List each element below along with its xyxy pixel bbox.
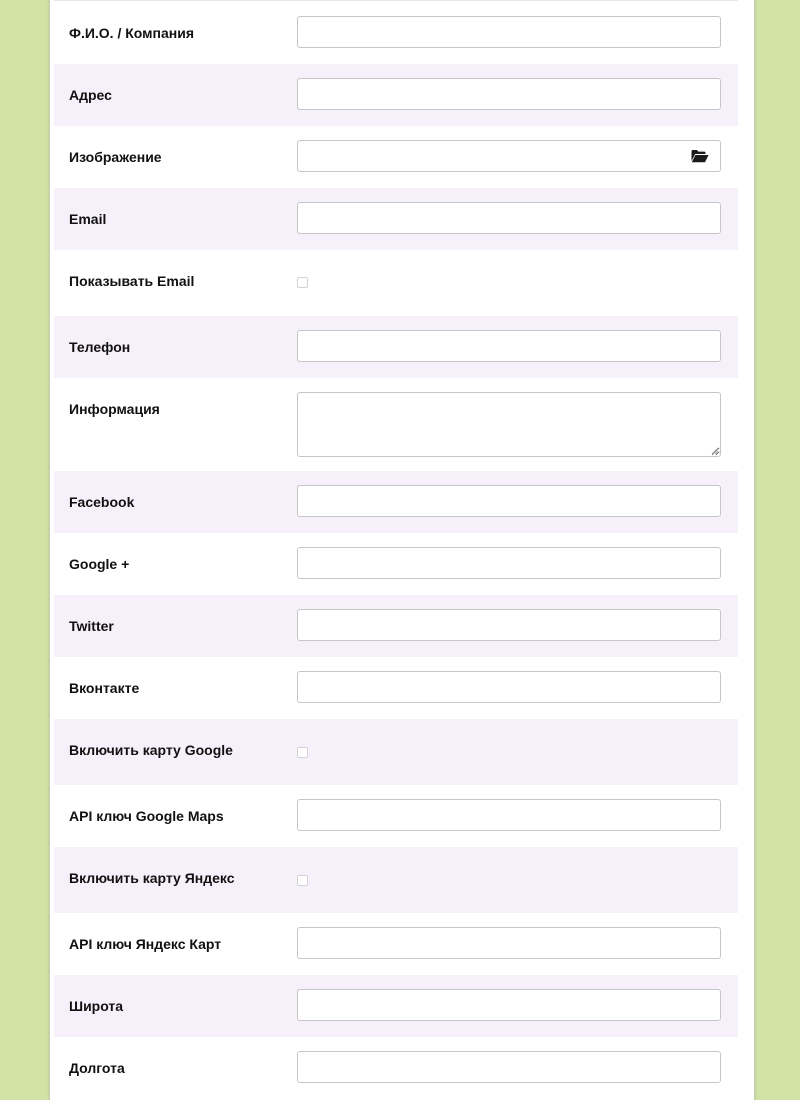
googleplus-input[interactable] [297, 547, 721, 579]
twitter-label: Twitter [69, 618, 114, 634]
row-facebook: Facebook [54, 471, 738, 533]
panel-divider [54, 0, 738, 1]
row-info: Информация [54, 378, 738, 471]
image-label: Изображение [69, 149, 162, 165]
info-textarea[interactable] [297, 392, 721, 457]
info-textarea-wrap [297, 392, 721, 457]
vk-label: Вконтакте [69, 680, 140, 696]
contact-settings-form: Ф.И.О. / Компания Адрес Изображение Emai… [54, 2, 738, 1099]
google-api-label: API ключ Google Maps [69, 808, 224, 824]
yandex-api-input[interactable] [297, 927, 721, 959]
address-label: Адрес [69, 87, 112, 103]
info-label: Информация [69, 401, 160, 417]
facebook-input[interactable] [297, 485, 721, 517]
google-map-label: Включить карту Google [69, 742, 233, 758]
row-twitter: Twitter [54, 595, 738, 657]
name-input[interactable] [297, 16, 721, 48]
row-email: Email [54, 188, 738, 250]
google-api-input[interactable] [297, 799, 721, 831]
row-longitude: Долгота [54, 1037, 738, 1099]
yandex-map-label: Включить карту Яндекс [69, 870, 235, 886]
address-input[interactable] [297, 78, 721, 110]
show-email-label: Показывать Email [69, 273, 195, 289]
google-map-checkbox[interactable] [297, 747, 308, 758]
row-google-api: API ключ Google Maps [54, 785, 738, 847]
vk-input[interactable] [297, 671, 721, 703]
latitude-label: Широта [69, 998, 124, 1014]
email-input[interactable] [297, 202, 721, 234]
latitude-input[interactable] [297, 989, 721, 1021]
row-name: Ф.И.О. / Компания [54, 2, 738, 64]
row-yandex-map: Включить карту Яндекс [54, 847, 738, 913]
show-email-checkbox[interactable] [297, 277, 308, 288]
email-label: Email [69, 211, 107, 227]
yandex-api-label: API ключ Яндекс Карт [69, 936, 222, 952]
phone-input[interactable] [297, 330, 721, 362]
row-address: Адрес [54, 64, 738, 126]
row-googleplus: Google + [54, 533, 738, 595]
twitter-input[interactable] [297, 609, 721, 641]
row-latitude: Широта [54, 975, 738, 1037]
longitude-input[interactable] [297, 1051, 721, 1083]
facebook-label: Facebook [69, 494, 135, 510]
yandex-map-checkbox[interactable] [297, 875, 308, 886]
row-google-map: Включить карту Google [54, 719, 738, 785]
googleplus-label: Google + [69, 556, 130, 572]
row-phone: Телефон [54, 316, 738, 378]
name-label: Ф.И.О. / Компания [69, 25, 194, 41]
longitude-label: Долгота [69, 1060, 125, 1076]
row-image: Изображение [54, 126, 738, 188]
phone-label: Телефон [69, 339, 131, 355]
row-vk: Вконтакте [54, 657, 738, 719]
row-show-email: Показывать Email [54, 250, 738, 316]
image-input[interactable] [297, 140, 721, 172]
resize-grip-icon[interactable] [711, 447, 719, 455]
row-yandex-api: API ключ Яндекс Карт [54, 913, 738, 975]
folder-open-icon[interactable] [691, 149, 709, 163]
